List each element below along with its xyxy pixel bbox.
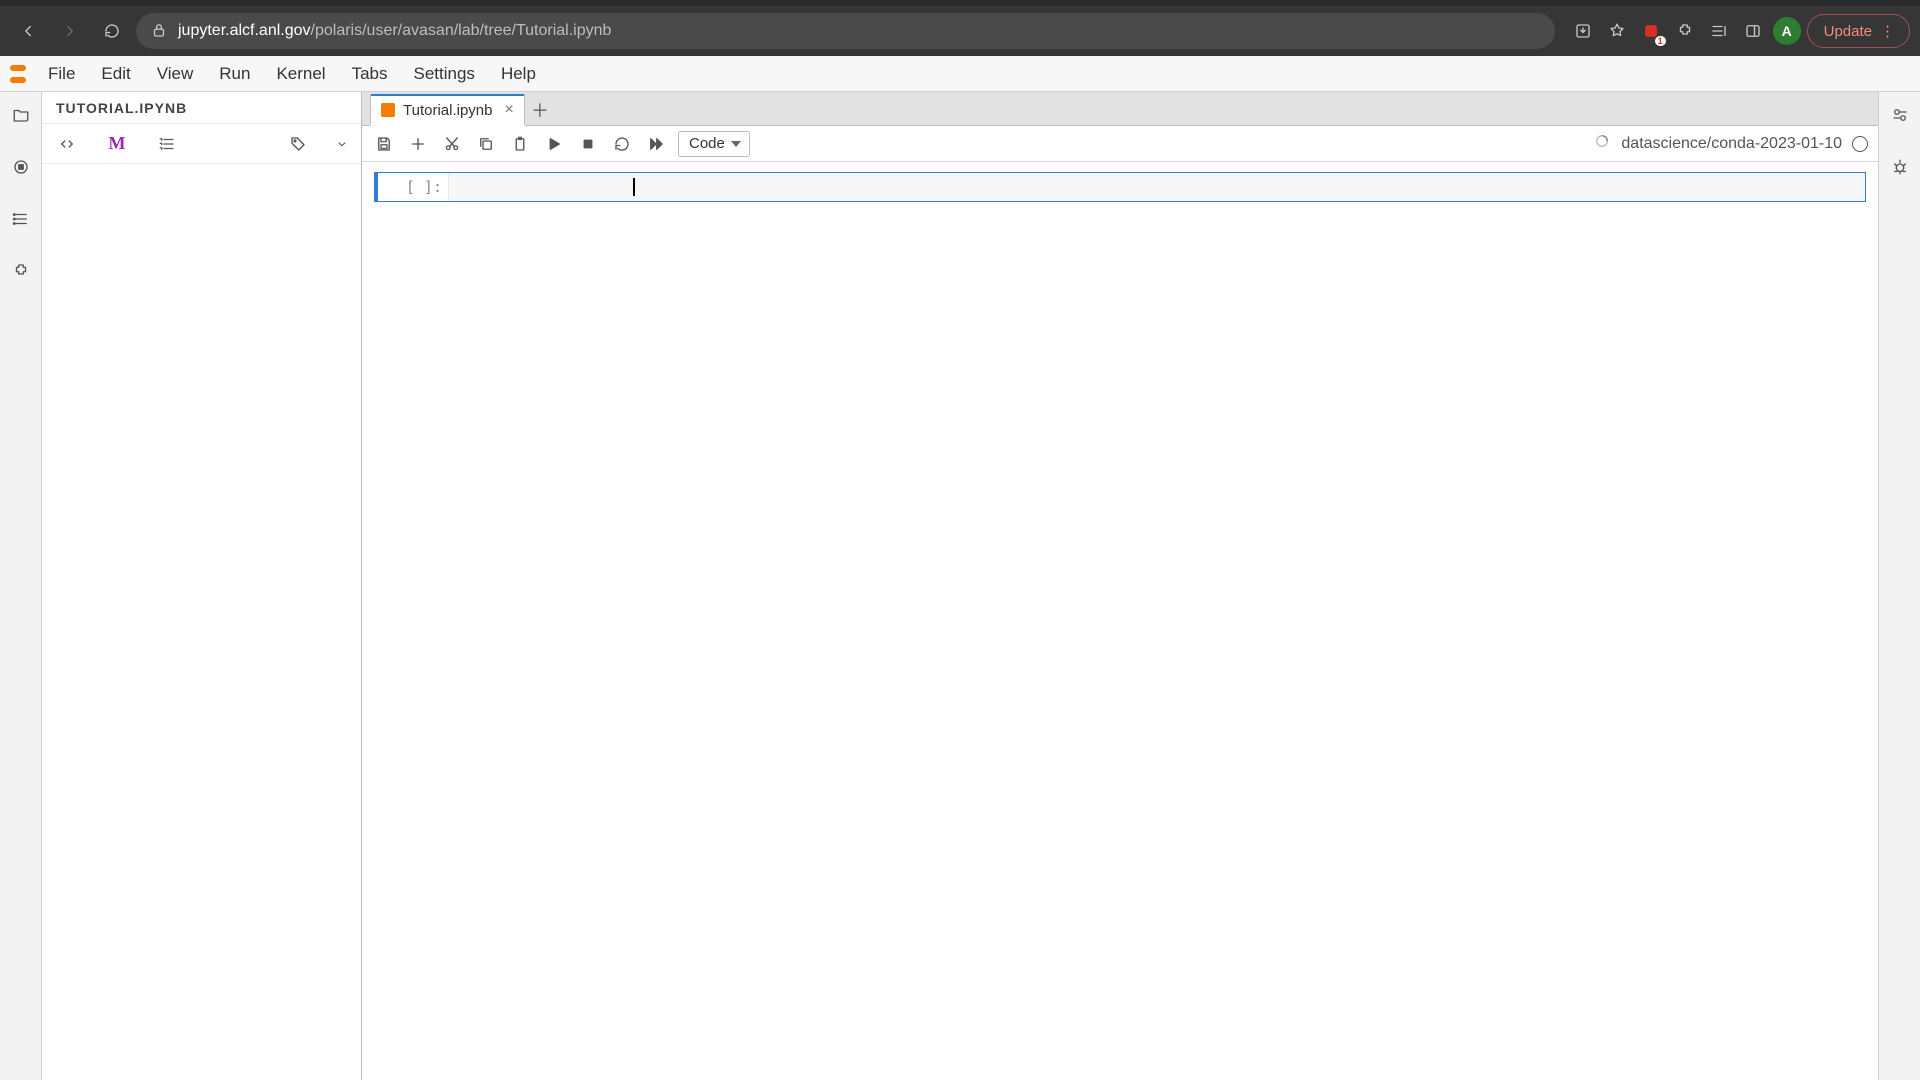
menu-run[interactable]: Run (207, 58, 262, 90)
menu-kernel[interactable]: Kernel (264, 58, 337, 90)
install-icon[interactable] (1569, 17, 1597, 45)
lock-icon (150, 21, 168, 42)
reading-list-icon[interactable] (1705, 17, 1733, 45)
notebook-toolbar: Code datascience/conda-2023-01-10 (362, 126, 1878, 162)
notebook-area[interactable]: [ ]: (362, 162, 1878, 1080)
restart-run-all-button[interactable] (644, 132, 668, 156)
extensions-panel-icon[interactable] (8, 258, 34, 284)
insert-cell-button[interactable] (406, 132, 430, 156)
browser-right-controls: 1 A Update ⋮ (1561, 14, 1910, 48)
nav-reload-button[interactable] (94, 13, 130, 49)
markdown-cell-icon[interactable]: M (104, 131, 130, 157)
paste-button[interactable] (508, 132, 532, 156)
jupyter-body: TUTORIAL.IPYNB M Tutorial.ipynb × (0, 92, 1920, 1080)
tab-tutorial-ipynb[interactable]: Tutorial.ipynb × (370, 94, 525, 126)
cut-button[interactable] (440, 132, 464, 156)
activity-bar-left (0, 92, 42, 1080)
extension-badge-icon[interactable]: 1 (1637, 17, 1665, 45)
cell-prompt: [ ]: (378, 173, 448, 201)
debugger-icon[interactable] (1887, 154, 1913, 180)
restart-button[interactable] (610, 132, 634, 156)
tab-title: Tutorial.ipynb (403, 102, 493, 119)
tab-close-button[interactable]: × (505, 101, 514, 119)
menu-help[interactable]: Help (489, 58, 548, 90)
left-panel: TUTORIAL.IPYNB M (42, 92, 362, 1080)
save-button[interactable] (372, 132, 396, 156)
numbered-list-icon[interactable] (154, 131, 180, 157)
kernel-name[interactable]: datascience/conda-2023-01-10 (1621, 135, 1842, 153)
property-inspector-icon[interactable] (1887, 102, 1913, 128)
extensions-icon[interactable] (1671, 17, 1699, 45)
url-host: jupyter.alcf.anl.gov (178, 22, 311, 39)
notebook-icon (381, 103, 395, 117)
main-area: Tutorial.ipynb × ＋ (362, 92, 1878, 1080)
code-cell[interactable]: [ ]: (374, 172, 1866, 202)
panel-header: TUTORIAL.IPYNB (42, 92, 361, 124)
panel-toolbar: M (42, 124, 361, 164)
interrupt-button[interactable] (576, 132, 600, 156)
caret-down-icon[interactable] (335, 131, 349, 157)
text-caret-icon (633, 178, 635, 196)
activity-bar-right (1878, 92, 1920, 1080)
menu-file[interactable]: File (36, 58, 87, 90)
url-path: /polaris/user/avasan/lab/tree/Tutorial.i… (311, 22, 612, 39)
nav-back-button[interactable] (10, 13, 46, 49)
tab-add-button[interactable]: ＋ (525, 95, 555, 125)
copy-button[interactable] (474, 132, 498, 156)
menu-settings[interactable]: Settings (402, 58, 487, 90)
panel-body (42, 164, 361, 1080)
code-cell-icon[interactable] (54, 131, 80, 157)
jupyter-menubar: File Edit View Run Kernel Tabs Settings … (0, 56, 1920, 92)
run-button[interactable] (542, 132, 566, 156)
kernel-status-icon (1593, 132, 1611, 155)
menu-view[interactable]: View (145, 58, 206, 90)
bookmark-star-icon[interactable] (1603, 17, 1631, 45)
cell-type-select[interactable]: Code (678, 131, 750, 157)
menu-edit[interactable]: Edit (89, 58, 142, 90)
kernel-indicator-icon[interactable] (1852, 136, 1868, 152)
update-button[interactable]: Update ⋮ (1807, 14, 1910, 48)
jupyter-logo-icon[interactable] (0, 56, 36, 92)
nav-forward-button[interactable] (52, 13, 88, 49)
kebab-icon: ⋮ (1880, 22, 1895, 40)
code-input[interactable] (448, 173, 1865, 201)
menu-tabs[interactable]: Tabs (340, 58, 400, 90)
sidepanel-icon[interactable] (1739, 17, 1767, 45)
running-sessions-icon[interactable] (8, 154, 34, 180)
profile-avatar[interactable]: A (1773, 17, 1801, 45)
tag-icon[interactable] (285, 131, 311, 157)
address-bar[interactable]: jupyter.alcf.anl.gov/polaris/user/avasan… (136, 13, 1555, 49)
file-browser-icon[interactable] (8, 102, 34, 128)
browser-toolbar: jupyter.alcf.anl.gov/polaris/user/avasan… (0, 6, 1920, 56)
cell-type-value: Code (689, 135, 725, 152)
document-tab-bar: Tutorial.ipynb × ＋ (362, 92, 1878, 126)
update-button-label: Update (1824, 23, 1872, 40)
toc-icon[interactable] (8, 206, 34, 232)
